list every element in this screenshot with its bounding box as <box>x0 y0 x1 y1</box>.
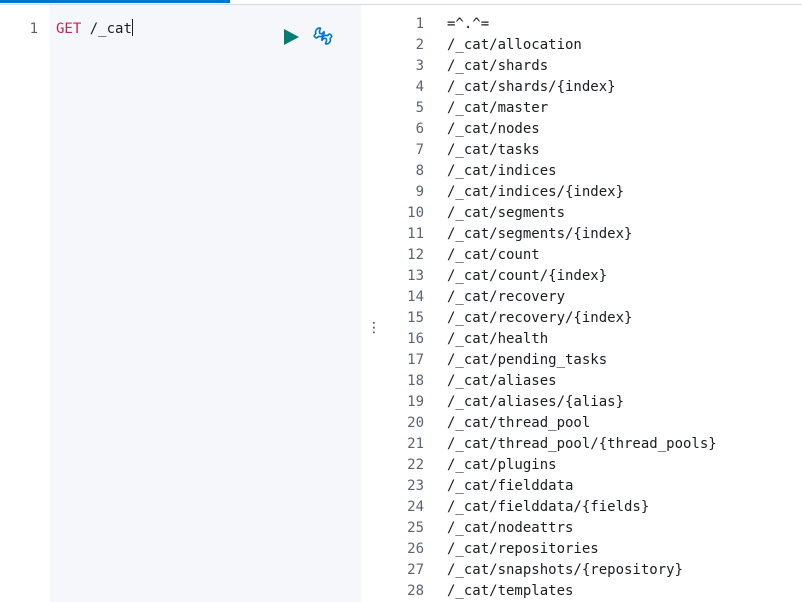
response-line: /_cat/templates <box>447 583 574 599</box>
active-tab-indicator <box>0 0 230 3</box>
response-line: /_cat/segments <box>447 205 566 221</box>
request-line[interactable]: GET /_cat <box>56 19 133 40</box>
response-line-number: 18 <box>407 373 424 389</box>
response-line: /_cat/fielddata/{fields} <box>447 499 650 515</box>
response-line: /_cat/thread_pool/{thread_pools} <box>447 436 717 452</box>
response-line-number: 28 <box>407 583 424 599</box>
response-line: /_cat/shards/{index} <box>447 79 616 95</box>
request-gutter: 1 <box>0 5 50 602</box>
run-request-button[interactable] <box>282 28 300 46</box>
text-cursor <box>131 19 133 36</box>
response-line-number: 2 <box>415 37 424 53</box>
response-line-number: 6 <box>415 121 424 137</box>
response-line-number: 21 <box>407 436 424 452</box>
response-line: /_cat/aliases <box>447 373 557 389</box>
request-editor[interactable]: 1 GET /_cat <box>0 5 361 602</box>
response-line: /_cat/nodes <box>447 121 540 137</box>
response-line-number: 14 <box>407 289 424 305</box>
response-line-number: 15 <box>407 310 424 326</box>
response-line-number: 7 <box>415 142 424 158</box>
response-line: /_cat/recovery/{index} <box>447 310 633 326</box>
response-line-number: 8 <box>415 163 424 179</box>
panel-resizer[interactable] <box>361 5 379 602</box>
response-line-number: 17 <box>407 352 424 368</box>
play-icon <box>284 29 299 45</box>
response-line: /_cat/nodeattrs <box>447 520 574 536</box>
response-line-number: 27 <box>407 562 424 578</box>
response-line-number: 3 <box>415 58 424 74</box>
response-line: /_cat/tasks <box>447 142 540 158</box>
request-path: /_cat <box>89 21 132 37</box>
response-line: /_cat/snapshots/{repository} <box>447 562 684 578</box>
response-line: /_cat/indices/{index} <box>447 184 625 200</box>
response-line: /_cat/repositories <box>447 541 599 557</box>
response-line: =^.^= <box>447 16 490 32</box>
response-line: /_cat/count/{index} <box>447 268 608 284</box>
response-line-number: 1 <box>415 16 424 32</box>
response-line: /_cat/count <box>447 247 540 263</box>
response-line: /_cat/master <box>447 100 549 116</box>
response-line: /_cat/plugins <box>447 457 557 473</box>
response-line-number: 4 <box>415 79 424 95</box>
response-line-number: 22 <box>407 457 424 473</box>
response-line-number: 19 <box>407 394 424 410</box>
response-gutter: 1 2 3 4 5 6 7 8 9 10 11 12 13 14 15 16 17 18 19 20 21 22 23 24 2… <box>379 14 424 602</box>
response-line: /_cat/health <box>447 331 549 347</box>
response-line: /_cat/segments/{index} <box>447 226 633 242</box>
response-line: /_cat/recovery <box>447 289 566 305</box>
response-line: /_cat/shards <box>447 58 549 74</box>
response-line: /_cat/indices <box>447 163 557 179</box>
response-line-number: 5 <box>415 100 424 116</box>
response-line-number: 23 <box>407 478 424 494</box>
wrench-icon <box>313 27 333 45</box>
response-line-number: 26 <box>407 541 424 557</box>
request-line-number: 1 <box>29 21 38 37</box>
response-line-number: 24 <box>407 499 424 515</box>
response-line-number: 13 <box>407 268 424 284</box>
response-line: /_cat/thread_pool <box>447 415 591 431</box>
response-line: /_cat/allocation <box>447 37 582 53</box>
request-settings-button[interactable] <box>312 25 334 47</box>
response-line-number: 25 <box>407 520 424 536</box>
response-code[interactable]: =^.^= /_cat/allocation /_cat/shards /_cat/s… <box>447 14 717 602</box>
response-line-number: 11 <box>407 226 424 242</box>
response-line: /_cat/aliases/{alias} <box>447 394 625 410</box>
request-code-area[interactable] <box>50 5 361 602</box>
response-line-number: 12 <box>407 247 424 263</box>
response-line: /_cat/fielddata <box>447 478 574 494</box>
response-line: /_cat/pending_tasks <box>447 352 608 368</box>
response-line-number: 9 <box>415 184 424 200</box>
request-method: GET <box>56 21 82 37</box>
response-line-number: 20 <box>407 415 424 431</box>
response-line-number: 16 <box>407 331 424 347</box>
response-line-number: 10 <box>407 205 424 221</box>
